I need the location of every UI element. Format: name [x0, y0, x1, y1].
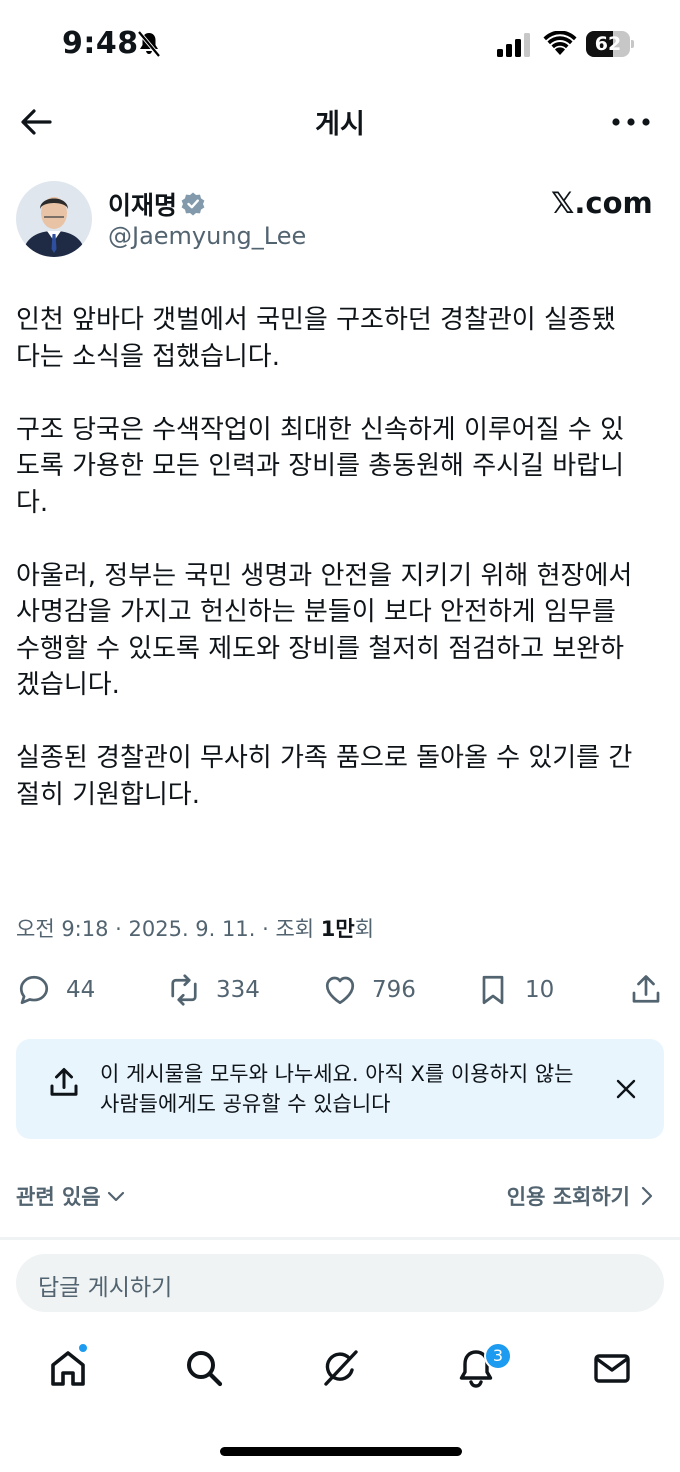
verified-badge-icon — [181, 192, 205, 216]
search-icon — [187, 1351, 223, 1387]
meta-separator: · — [255, 917, 276, 941]
post-line: 실종된 경찰관이 무사히 가족 품으로 돌아올 수 있기를 간 — [16, 743, 633, 773]
reply-placeholder: 답글 게시하기 — [38, 1275, 173, 1301]
bookmark-button[interactable]: 10 — [475, 965, 554, 1015]
bottom-navigation — [0, 1340, 680, 1400]
battery-indicator: 62 — [586, 31, 634, 57]
like-button[interactable]: 796 — [322, 965, 416, 1015]
post-line: 다. — [16, 487, 49, 518]
share-prompt-banner[interactable]: 이 게시물을 모두와 나누세요. 아직 X를 이용하지 않는 사람들에게도 공유… — [16, 1039, 664, 1139]
battery-percent: 62 — [594, 33, 622, 55]
share-icon — [50, 1068, 78, 1096]
post-line: 아울러, 정부는 국민 생명과 안전을 지키기 위해 현장에서 — [16, 560, 633, 591]
post-paragraph: 아울러, 정부는 국민 생명과 안전을 지키기 위해 현장에서 사명감을 가지고… — [16, 558, 666, 704]
post-paragraph: 실종된 경찰관이 무사히 가족 품으로 돌아올 수 있기를 간 절히 기원합니다… — [16, 740, 666, 813]
close-icon[interactable] — [614, 1077, 638, 1101]
top-header: 게시 — [0, 92, 680, 152]
post-line: 겠습니다. — [16, 670, 120, 700]
chevron-right-icon — [641, 1186, 653, 1206]
cellular-signal-icon — [497, 33, 530, 57]
reply-icon — [19, 975, 49, 1005]
page-title: 게시 — [315, 109, 365, 140]
bell-off-icon — [137, 30, 161, 58]
post-meta: 오전 9:18 · 2025. 9. 11. · 조회 1만회 — [16, 913, 374, 943]
heart-icon — [325, 976, 355, 1005]
home-unread-dot — [77, 1342, 89, 1354]
grok-icon — [324, 1350, 358, 1386]
reply-input[interactable]: 답글 게시하기 — [16, 1254, 664, 1312]
like-count: 796 — [372, 977, 416, 1003]
author-handle[interactable]: @Jaemyung_Lee — [108, 222, 306, 250]
author-name[interactable]: 이재명 — [108, 186, 177, 222]
chevron-down-icon — [107, 1191, 124, 1202]
post-line: 수행할 수 있도록 제도와 장비를 철저히 점검하고 보완하 — [16, 633, 625, 664]
action-bar: 44 334 796 10 — [0, 965, 680, 1015]
reply-count: 44 — [66, 977, 96, 1003]
mail-icon — [594, 1354, 630, 1383]
battery-nub — [631, 40, 634, 48]
notifications-badge: 3 — [484, 1342, 512, 1370]
post-line: 다는 소식을 접했습니다. — [16, 341, 280, 372]
post-line: 도록 가용한 모든 인력과 장비를 총동원해 주시길 바랍니 — [16, 451, 625, 481]
related-label: 관련 있음 — [16, 1185, 101, 1209]
view-quotes-link[interactable]: 인용 조회하기 — [507, 1181, 656, 1211]
related-sort-dropdown[interactable]: 관련 있음 — [16, 1181, 127, 1211]
source-link[interactable]: 𝕏.com — [551, 186, 653, 220]
share-icon — [632, 975, 660, 1003]
nav-search[interactable] — [182, 1346, 226, 1390]
view-quotes-label: 인용 조회하기 — [506, 1185, 630, 1209]
post-line: 절히 기원합니다. — [16, 779, 200, 810]
bookmark-icon — [482, 975, 504, 1005]
nav-messages[interactable] — [590, 1346, 634, 1390]
post-time: 오전 9:18 — [16, 917, 109, 941]
bookmark-count: 10 — [525, 977, 555, 1003]
battery-body: 62 — [586, 31, 630, 57]
views-label: 조회 — [275, 917, 315, 941]
avatar-image — [16, 181, 92, 257]
author-avatar[interactable] — [16, 181, 92, 257]
meta-separator: · — [108, 917, 129, 941]
nav-grok[interactable] — [318, 1346, 362, 1390]
post-date: 2025. 9. 11. — [128, 917, 256, 941]
home-indicator — [220, 1447, 462, 1456]
repost-icon — [171, 974, 197, 1006]
share-prompt-text: 이 게시물을 모두와 나누세요. 아직 X를 이용하지 않는 사람들에게도 공유… — [100, 1062, 574, 1116]
repost-count: 334 — [216, 977, 260, 1003]
share-button[interactable] — [628, 965, 664, 1015]
reply-button[interactable]: 44 — [16, 965, 95, 1015]
views-suffix: 회 — [354, 917, 375, 941]
wifi-icon — [543, 31, 577, 55]
post-paragraph: 구조 당국은 수색작업이 최대한 신속하게 이루어질 수 있 도록 가용한 모든… — [16, 412, 666, 522]
status-bar: 9:48 62 — [0, 0, 680, 92]
post-line: 인천 앞바다 갯벌에서 국민을 구조하던 경찰관이 실종됐 — [16, 305, 616, 335]
view-count: 1만 — [320, 917, 355, 941]
post-text: 인천 앞바다 갯벌에서 국민을 구조하던 경찰관이 실종됐 다는 소식을 접했습… — [16, 302, 666, 850]
post-line: 사명감을 가지고 헌신하는 분들이 보다 안전하게 임무를 — [16, 597, 616, 627]
section-divider — [0, 1237, 680, 1240]
status-time: 9:48 — [62, 26, 139, 61]
repost-button[interactable]: 334 — [166, 965, 260, 1015]
post-paragraph: 인천 앞바다 갯벌에서 국민을 구조하던 경찰관이 실종됐 다는 소식을 접했습… — [16, 302, 666, 375]
more-options-icon[interactable] — [610, 108, 652, 136]
post-line: 구조 당국은 수색작업이 최대한 신속하게 이루어질 수 있 — [16, 414, 625, 445]
